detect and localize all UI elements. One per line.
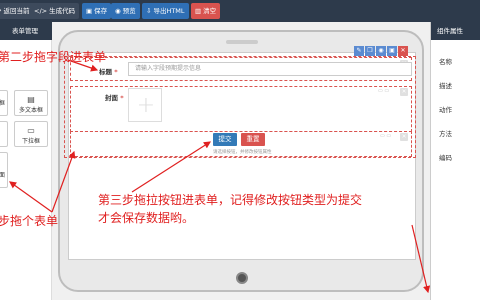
settings-icon[interactable]: ▣ bbox=[387, 46, 397, 56]
annotation-step3-line1: 第三步拖拉按钮进表单，记得修改按钮类型为提交 bbox=[98, 193, 363, 207]
copy-icon[interactable]: ❐ bbox=[365, 46, 375, 56]
annotation-step1: 步拖个表单 bbox=[0, 214, 59, 228]
prop-name: 名称 bbox=[439, 58, 452, 66]
prop-description: 描述 bbox=[439, 82, 452, 90]
close-icon[interactable]: ✕ bbox=[398, 46, 408, 56]
cover-label: 封面 * bbox=[105, 94, 124, 102]
dropdown-icon: ▭ bbox=[27, 126, 35, 135]
preview-button[interactable]: ◉ 预览 bbox=[111, 3, 140, 19]
title-label: 标题 * bbox=[99, 68, 118, 76]
top-toolbar: ↩返回当前页 </>生成代码 ▣保存 ◉预览 ⇩导出HTML ▥清空 bbox=[0, 0, 480, 22]
submit-button[interactable]: 提交 bbox=[213, 133, 237, 146]
view-icon[interactable]: ◉ bbox=[376, 46, 386, 56]
annotation-step2: 第二步拖字段进表单 bbox=[0, 50, 107, 64]
title-input[interactable]: 请输入字段预期提示信息 bbox=[128, 62, 412, 76]
tablet-speaker bbox=[226, 40, 258, 44]
plus-icon: + bbox=[136, 93, 156, 118]
cover-tools-icon[interactable]: ▭ ▭ bbox=[378, 88, 389, 95]
save-button[interactable]: ▣ 保存 bbox=[82, 3, 112, 19]
delete-button-row-icon[interactable]: ✕ bbox=[400, 133, 408, 141]
delete-cover-icon[interactable]: ✕ bbox=[400, 88, 408, 96]
cover-upload[interactable]: + bbox=[128, 88, 162, 122]
eye-icon: ◉ bbox=[115, 7, 121, 15]
prop-action: 动作 bbox=[439, 106, 452, 114]
component-textarea[interactable]: ▤ 多文本框 bbox=[14, 90, 48, 116]
prop-method: 方法 bbox=[439, 130, 452, 138]
textarea-icon: ▤ bbox=[27, 95, 35, 104]
component-blank[interactable] bbox=[0, 121, 8, 147]
properties-panel: 组件属性 名称 描述 动作 方法 编码 bbox=[430, 22, 480, 300]
button-tools-icon[interactable]: ▭ ▭ bbox=[380, 133, 391, 140]
download-icon: ⇩ bbox=[146, 7, 152, 15]
home-button bbox=[236, 272, 248, 284]
return-icon: ↩ bbox=[0, 3, 1, 19]
generate-code-button[interactable]: </> 生成代码 bbox=[30, 3, 80, 19]
trash-icon: ▥ bbox=[195, 7, 202, 15]
component-form[interactable]: 面 bbox=[0, 152, 8, 188]
code-icon: </> bbox=[34, 7, 48, 15]
edit-icon[interactable]: ✎ bbox=[354, 46, 364, 56]
prop-encoding: 编码 bbox=[439, 154, 452, 162]
clear-button[interactable]: ▥ 清空 bbox=[191, 3, 221, 19]
panel-title: 表单管理 bbox=[0, 22, 52, 40]
component-textbox[interactable]: 框 bbox=[0, 90, 8, 116]
annotation-step3-line2: 才会保存数据哟。 bbox=[98, 211, 195, 225]
button-hint: 请选择按钮，并修改按钮属性 bbox=[213, 150, 272, 155]
save-icon: ▣ bbox=[86, 7, 93, 15]
properties-title: 组件属性 bbox=[431, 22, 480, 40]
export-html-button[interactable]: ⇩ 导出HTML bbox=[142, 3, 189, 19]
reset-button[interactable]: 重置 bbox=[241, 133, 265, 146]
component-select[interactable]: ▭ 下拉框 bbox=[14, 121, 48, 147]
